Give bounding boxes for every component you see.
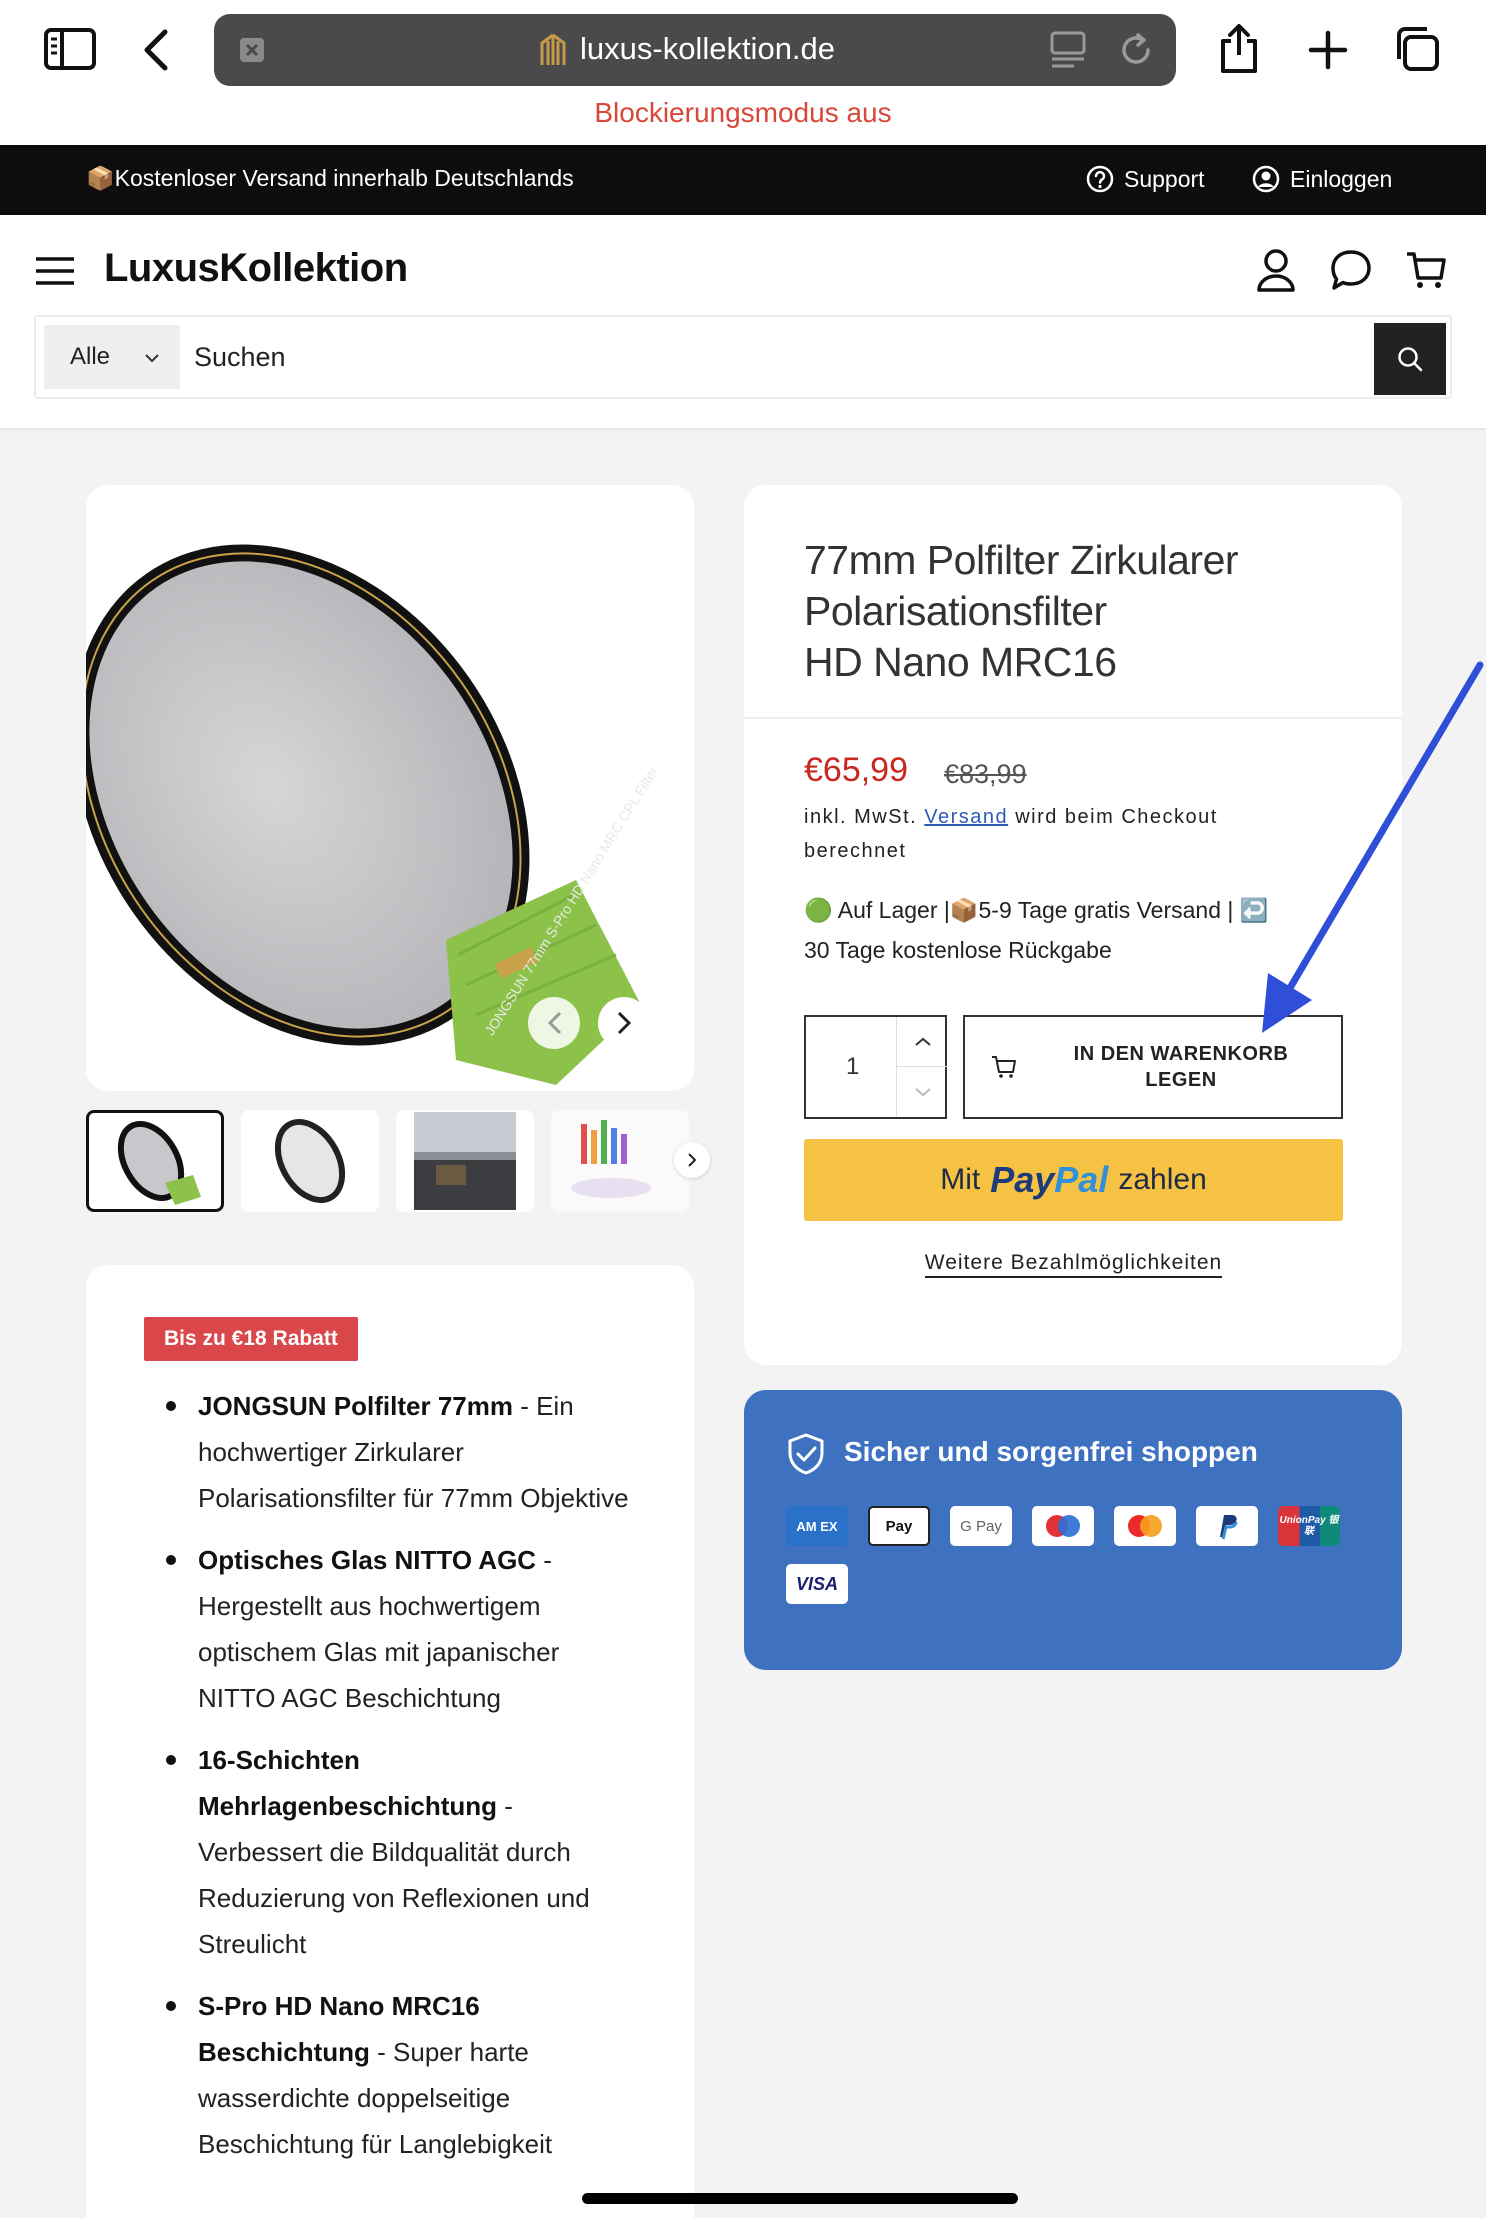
- store-logo[interactable]: LuxusKollektion: [104, 246, 408, 291]
- paypal-prefix: Mit: [940, 1163, 981, 1196]
- more-payment-options-link[interactable]: Weitere Bezahlmöglichkeiten: [804, 1251, 1343, 1278]
- category-select-value: Alle: [70, 343, 111, 370]
- list-item: S-Pro HD Nano MRC16 Beschichtung - Super…: [166, 1983, 638, 2167]
- support-link[interactable]: Support: [1086, 165, 1205, 193]
- quantity-value[interactable]: 1: [846, 1053, 859, 1081]
- menu-icon[interactable]: [34, 253, 76, 289]
- paypal-logo-pay: Pay: [990, 1159, 1055, 1200]
- lockdown-mode-status: Blockierungsmodus aus: [594, 97, 892, 128]
- store-header: LuxusKollektion Alle: [0, 215, 1486, 430]
- shield-check-icon: [788, 1433, 824, 1475]
- search-button[interactable]: [1374, 323, 1446, 395]
- discount-badge: Bis zu €18 Rabatt: [144, 1317, 358, 1361]
- apple-pay-label: Pay: [885, 1517, 913, 1535]
- cart-icon[interactable]: [1404, 249, 1448, 291]
- unionpay-label: UnionPay 银联: [1279, 1515, 1339, 1537]
- annotation-arrow: [1262, 661, 1484, 1033]
- share-icon[interactable]: [1216, 22, 1262, 76]
- mastercard-icon: [1114, 1506, 1176, 1546]
- quantity-buttons: [896, 1017, 948, 1117]
- thumbnail-3[interactable]: [396, 1110, 534, 1212]
- feature-title: 16-Schichten Mehrlagenbeschichtung: [198, 1745, 498, 1821]
- login-link[interactable]: Einloggen: [1252, 165, 1392, 193]
- product-description-card: Bis zu €18 Rabatt JONGSUN Polfilter 77mm…: [86, 1265, 694, 2218]
- url-text: luxus-kollektion.de: [580, 31, 836, 66]
- paypal-icon: [1196, 1506, 1258, 1546]
- home-indicator: [582, 2193, 1018, 2204]
- feature-title: JONGSUN Polfilter 77mm: [198, 1391, 513, 1421]
- visa-label: VISA: [795, 1573, 838, 1594]
- support-label: Support: [1124, 165, 1205, 192]
- google-pay-label: G Pay: [960, 1517, 1002, 1535]
- thumbnail-2[interactable]: [241, 1110, 379, 1212]
- product-title-line-1: 77mm Polfilter Zirkularer: [804, 537, 1239, 583]
- chevron-up-icon: [914, 1037, 931, 1046]
- chevron-down-icon: [914, 1088, 931, 1097]
- browser-toolbar: luxus-kollektion.de Blockierungsmodus au…: [0, 0, 1486, 145]
- account-icon[interactable]: [1254, 247, 1298, 293]
- paypal-button[interactable]: Mit Pay Pal zahlen: [804, 1139, 1343, 1221]
- thumbnail-4[interactable]: [551, 1110, 689, 1212]
- list-item: Optisches Glas NITTO AGC - Hergestellt a…: [166, 1537, 638, 1721]
- amex-icon: AM EX: [786, 1506, 848, 1546]
- feature-title: Optisches Glas NITTO AGC: [198, 1545, 537, 1575]
- new-tab-icon[interactable]: [1306, 28, 1350, 72]
- google-pay-icon: G Pay: [950, 1506, 1012, 1546]
- reader-mode-icon[interactable]: [1048, 30, 1088, 70]
- unionpay-icon: UnionPay 银联: [1278, 1506, 1340, 1546]
- product-title-line-2: Polarisationsfilter: [804, 588, 1107, 634]
- tax-prefix: inkl. MwSt.: [804, 806, 918, 828]
- quantity-stepper: 1: [804, 1015, 948, 1119]
- paypal-suffix: zahlen: [1118, 1163, 1207, 1196]
- reload-icon[interactable]: [1116, 30, 1156, 70]
- list-item: 16-Schichten Mehrlagenbeschichtung - Ver…: [166, 1737, 638, 1967]
- trust-card: Sicher und sorgenfrei shoppen AM EX Pay …: [744, 1390, 1402, 1670]
- trust-title: Sicher und sorgenfrei shoppen: [844, 1436, 1258, 1467]
- amex-label: AM EX: [796, 1518, 838, 1534]
- site-favicon-icon: [536, 32, 570, 68]
- search-bar: Alle: [34, 315, 1452, 399]
- tax-note: inkl. MwSt. Versand wird beim Checkout b…: [804, 800, 1324, 868]
- add-to-cart-label: IN DEN WARENKORB LEGEN: [1073, 1043, 1289, 1091]
- chevron-down-icon: [145, 354, 159, 363]
- thumbnail-strip: [86, 1110, 710, 1214]
- quantity-decrease-button[interactable]: [897, 1067, 948, 1117]
- paypal-logo-pal: Pal: [1054, 1159, 1109, 1200]
- maestro-icon: [1032, 1506, 1094, 1546]
- feature-list: JONGSUN Polfilter 77mm - Ein hochwertige…: [166, 1383, 638, 2183]
- list-item: JONGSUN Polfilter 77mm - Ein hochwertige…: [166, 1383, 638, 1521]
- more-payment-options-label: Weitere Bezahlmöglichkeiten: [924, 1251, 1223, 1278]
- visa-icon: VISA: [786, 1564, 848, 1604]
- user-circle-icon: [1252, 165, 1280, 193]
- polarizer-filter-image: JONGSUN 77mm S-Pro HD Nano MRC CPL Filte…: [86, 544, 661, 1085]
- back-icon[interactable]: [138, 26, 174, 74]
- thumbnail-1[interactable]: [86, 1110, 224, 1212]
- sidebar-toggle-icon[interactable]: [42, 26, 98, 72]
- search-input[interactable]: [194, 325, 1404, 389]
- search-icon: [1398, 347, 1423, 372]
- shipping-link[interactable]: Versand: [924, 806, 1008, 828]
- chat-icon[interactable]: [1328, 247, 1374, 293]
- category-select[interactable]: Alle: [44, 325, 180, 389]
- chevron-right-icon: [688, 1153, 697, 1167]
- announcement-bar: 📦Kostenloser Versand innerhalb Deutschla…: [0, 145, 1486, 215]
- close-tab-icon[interactable]: [238, 36, 266, 64]
- cart-icon: [992, 1056, 1016, 1078]
- help-icon: [1086, 165, 1114, 193]
- apple-pay-icon: Pay: [868, 1506, 930, 1546]
- product-main-image[interactable]: JONGSUN 77mm S-Pro HD Nano MRC CPL Filte…: [86, 485, 694, 1091]
- free-shipping-notice: 📦Kostenloser Versand innerhalb Deutschla…: [86, 165, 574, 191]
- sale-price: €65,99: [804, 751, 908, 789]
- quantity-increase-button[interactable]: [897, 1017, 948, 1067]
- tabs-overview-icon[interactable]: [1392, 24, 1442, 74]
- address-bar[interactable]: luxus-kollektion.de: [214, 14, 1176, 86]
- thumbnail-next-button[interactable]: [674, 1142, 710, 1178]
- original-price: €83,99: [944, 759, 1027, 789]
- login-label: Einloggen: [1290, 165, 1393, 192]
